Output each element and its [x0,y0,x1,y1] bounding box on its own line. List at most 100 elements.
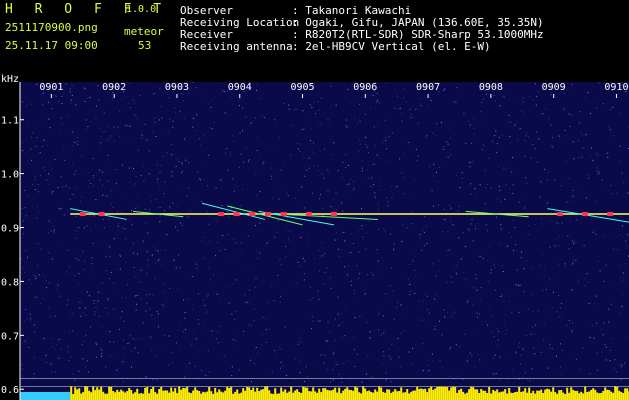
noise-dot [455,265,457,267]
noise-dot [30,148,32,150]
noise-dot [569,200,571,202]
noise-dot [140,175,142,176]
noise-dot [554,369,556,371]
noise-dot [332,369,334,371]
band-bar [370,392,373,400]
noise-dot [508,98,510,100]
noise-dot [108,312,109,314]
noise-dot [364,289,366,291]
noise-dot [412,260,414,262]
band-bar [108,386,111,400]
band-bar [512,393,515,400]
noise-dot [218,342,220,344]
noise-dot [588,178,590,180]
noise-dot [71,85,73,86]
noise-dot [147,265,149,267]
noise-dot [34,176,36,178]
noise-dot [418,319,420,321]
noise-dot [305,119,307,121]
noise-dot [113,238,115,240]
noise-dot [463,113,465,114]
noise-dot [613,284,615,286]
noise-dot [596,154,598,156]
noise-dot [491,332,493,334]
noise-dot [188,161,190,163]
noise-dot [77,141,79,143]
noise-dot [160,170,162,172]
noise-dot [475,228,476,230]
noise-dot [182,331,184,333]
noise-dot [103,112,105,114]
noise-dot [366,146,368,148]
noise-dot [358,151,360,153]
noise-dot [250,325,252,327]
noise-dot [367,356,369,358]
noise-dot [285,256,287,257]
noise-dot [347,265,349,267]
noise-dot [317,165,319,167]
noise-dot [374,196,376,198]
noise-dot [312,320,314,322]
band-bar [124,392,127,400]
noise-dot [403,153,405,155]
band-bar [250,390,253,400]
noise-dot [172,362,174,363]
noise-dot [170,218,172,220]
noise-dot [297,343,299,345]
band-bar [532,390,535,400]
band-bar [110,386,113,400]
noise-dot [444,209,445,210]
band-bar [228,388,231,400]
noise-dot [278,136,280,138]
noise-dot [247,235,249,237]
noise-dot [255,117,256,119]
noise-dot [599,270,601,272]
noise-dot [54,348,56,350]
noise-dot [573,258,574,260]
x-tick-label: 0908 [479,82,503,93]
noise-dot [623,279,625,281]
noise-dot [188,187,190,189]
noise-dot [324,355,326,357]
band-bar [438,386,441,400]
noise-dot [378,277,380,279]
noise-dot [295,358,297,360]
noise-dot [233,238,235,240]
noise-dot [204,373,206,375]
noise-dot [145,222,147,224]
noise-dot [282,365,284,367]
noise-dot [187,216,189,218]
noise-dot [83,340,85,342]
noise-dot [260,114,262,116]
noise-dot [431,353,433,355]
noise-dot [180,93,182,95]
noise-dot [477,223,479,225]
noise-dot [406,227,408,229]
noise-dot [88,186,90,188]
noise-dot [277,220,279,222]
noise-dot [36,296,38,298]
spectrogram-chart: kHz1.11.00.90.80.70.60901 0902 0903 0904 090… [1,74,629,400]
band-bar [560,390,563,400]
noise-dot [512,220,514,222]
band-bar [414,390,417,400]
noise-dot [364,114,366,115]
noise-dot [247,267,249,268]
noise-dot [374,163,376,165]
noise-dot [184,376,186,378]
noise-dot [67,345,69,347]
noise-dot [83,86,85,88]
band-bar [624,388,627,400]
noise-dot [303,207,305,209]
noise-dot [199,178,201,180]
noise-dot [44,169,46,171]
noise-dot [587,281,589,283]
noise-dot [367,178,369,179]
noise-dot [388,136,390,138]
noise-dot [93,110,95,112]
noise-dot [394,88,396,90]
noise-dot [443,309,445,311]
noise-dot [596,322,598,324]
noise-dot [129,181,131,183]
noise-dot [217,330,219,332]
